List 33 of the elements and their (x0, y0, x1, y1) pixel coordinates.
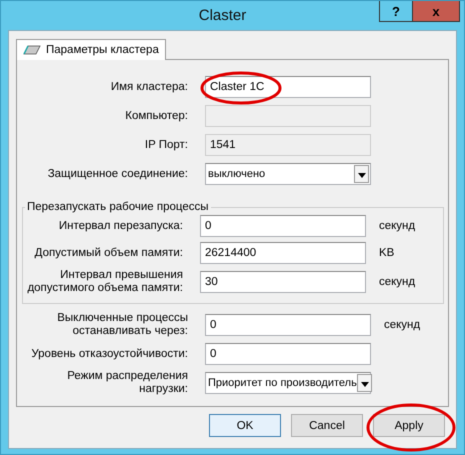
dropdown[interactable]: выключено (205, 163, 371, 185)
input-field[interactable]: 26214400 (200, 242, 366, 264)
tab[interactable]: Параметры кластера (16, 39, 166, 60)
group-title: Перезапускать рабочие процессы (26, 201, 210, 213)
input-field[interactable]: 1541 (205, 134, 371, 156)
close-button[interactable]: x (412, 1, 460, 22)
field-label: Интервал превышения допустимого объема памяти: (26, 269, 183, 295)
input-field[interactable]: Claster 1C (205, 76, 371, 98)
field-label: Уровень отказоустойчивости: (30, 346, 188, 362)
unit-label: секунд (379, 220, 416, 232)
dialog-button[interactable]: Apply (373, 414, 445, 437)
field-label: Режим распределения нагрузки: (66, 370, 188, 396)
dropdown[interactable]: Приоритет по производитель (205, 372, 371, 394)
field-label: Допустимый объем памяти: (34, 246, 183, 260)
field-label: Имя кластера: (110, 80, 188, 94)
field-label: Выключенные процессы останавливать через: (56, 312, 188, 338)
input-field[interactable]: 0 (200, 215, 366, 237)
input-field[interactable]: 0 (205, 314, 371, 336)
field-label: Защищенное соединение: (46, 166, 188, 182)
input-field[interactable] (205, 105, 371, 127)
unit-label: секунд (379, 276, 416, 288)
input-field[interactable]: 30 (200, 271, 366, 293)
field-label: Интервал перезапуска: (58, 220, 183, 232)
tag-icon (23, 45, 41, 55)
field-label: IP Порт: (144, 138, 188, 152)
help-button[interactable]: ? (379, 1, 412, 22)
dialog-button[interactable]: OK (209, 414, 281, 437)
unit-label: секунд (384, 319, 422, 331)
input-field[interactable]: 0 (205, 343, 371, 365)
dialog-button[interactable]: Cancel (291, 414, 363, 437)
window-title: Claster (198, 7, 246, 24)
unit-label: KB (379, 247, 396, 259)
field-label: Компьютер: (124, 108, 188, 124)
